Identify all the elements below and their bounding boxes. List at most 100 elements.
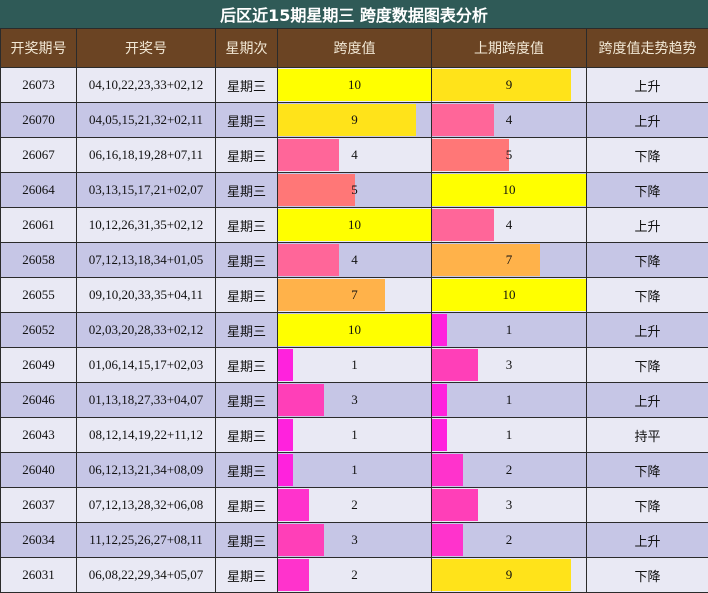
cell-numbers: 02,03,20,28,33+02,12 xyxy=(77,313,216,348)
table-row: 2606403,13,15,17,21+02,07星期三510下降 xyxy=(1,173,708,208)
prev-span-bar xyxy=(432,559,571,591)
cell-prev-span: 7 xyxy=(432,243,587,278)
prev-span-value: 4 xyxy=(506,112,513,127)
cell-numbers: 09,10,20,33,35+04,11 xyxy=(77,278,216,313)
header-prev-span: 上期跨度值 xyxy=(432,29,587,68)
cell-weekday: 星期三 xyxy=(216,523,278,558)
prev-span-value: 1 xyxy=(506,392,513,407)
span-value: 3 xyxy=(351,392,358,407)
cell-trend: 上升 xyxy=(587,68,708,103)
cell-span: 7 xyxy=(278,278,432,313)
chart-container: 后区近15期星期三 跨度数据图表分析 开奖期号 开奖号 星期次 跨度值 上期跨度… xyxy=(0,0,708,590)
cell-issue: 26073 xyxy=(1,68,77,103)
cell-weekday: 星期三 xyxy=(216,383,278,418)
cell-numbers: 06,16,18,19,28+07,11 xyxy=(77,138,216,173)
table-body: 2607304,10,22,23,33+02,12星期三109上升2607004… xyxy=(1,68,708,593)
cell-trend: 下降 xyxy=(587,348,708,383)
cell-issue: 26034 xyxy=(1,523,77,558)
span-bar xyxy=(278,104,416,136)
cell-numbers: 04,10,22,23,33+02,12 xyxy=(77,68,216,103)
header-row: 开奖期号 开奖号 星期次 跨度值 上期跨度值 跨度值走势趋势 xyxy=(1,29,708,68)
cell-prev-span: 5 xyxy=(432,138,587,173)
cell-trend: 下降 xyxy=(587,173,708,208)
cell-trend: 下降 xyxy=(587,243,708,278)
prev-span-value: 2 xyxy=(506,462,513,477)
cell-span: 2 xyxy=(278,488,432,523)
span-value: 10 xyxy=(348,77,361,92)
cell-span: 2 xyxy=(278,558,432,593)
span-value: 10 xyxy=(348,217,361,232)
cell-span: 10 xyxy=(278,68,432,103)
table-row: 2605807,12,13,18,34+01,05星期三47下降 xyxy=(1,243,708,278)
span-value: 10 xyxy=(348,322,361,337)
span-value: 4 xyxy=(351,252,358,267)
span-value: 5 xyxy=(351,182,358,197)
cell-issue: 26043 xyxy=(1,418,77,453)
span-value: 2 xyxy=(351,567,358,582)
span-value: 1 xyxy=(351,462,358,477)
prev-span-value: 2 xyxy=(506,532,513,547)
cell-prev-span: 3 xyxy=(432,348,587,383)
cell-trend: 下降 xyxy=(587,453,708,488)
prev-span-value: 4 xyxy=(506,217,513,232)
prev-span-bar xyxy=(432,139,509,171)
cell-prev-span: 9 xyxy=(432,68,587,103)
cell-span: 4 xyxy=(278,243,432,278)
prev-span-bar xyxy=(432,349,478,381)
cell-weekday: 星期三 xyxy=(216,173,278,208)
cell-prev-span: 2 xyxy=(432,453,587,488)
cell-span: 1 xyxy=(278,418,432,453)
prev-span-value: 3 xyxy=(506,497,513,512)
cell-numbers: 07,12,13,28,32+06,08 xyxy=(77,488,216,523)
cell-issue: 26064 xyxy=(1,173,77,208)
cell-prev-span: 10 xyxy=(432,278,587,313)
prev-span-value: 1 xyxy=(506,427,513,442)
span-bar xyxy=(278,174,355,206)
prev-span-value: 1 xyxy=(506,322,513,337)
prev-span-value: 10 xyxy=(503,287,516,302)
cell-prev-span: 9 xyxy=(432,558,587,593)
span-value: 1 xyxy=(351,427,358,442)
span-bar xyxy=(278,419,293,451)
cell-numbers: 03,13,15,17,21+02,07 xyxy=(77,173,216,208)
cell-numbers: 06,12,13,21,34+08,09 xyxy=(77,453,216,488)
prev-span-bar xyxy=(432,524,463,556)
cell-weekday: 星期三 xyxy=(216,348,278,383)
span-value: 7 xyxy=(351,287,358,302)
cell-numbers: 10,12,26,31,35+02,12 xyxy=(77,208,216,243)
prev-span-bar xyxy=(432,314,447,346)
cell-issue: 26070 xyxy=(1,103,77,138)
prev-span-value: 9 xyxy=(506,567,513,582)
cell-span: 5 xyxy=(278,173,432,208)
cell-prev-span: 1 xyxy=(432,313,587,348)
header-trend: 跨度值走势趋势 xyxy=(587,29,708,68)
header-issue: 开奖期号 xyxy=(1,29,77,68)
cell-weekday: 星期三 xyxy=(216,138,278,173)
cell-issue: 26058 xyxy=(1,243,77,278)
table-row: 2604006,12,13,21,34+08,09星期三12下降 xyxy=(1,453,708,488)
prev-span-bar xyxy=(432,489,478,521)
cell-span: 4 xyxy=(278,138,432,173)
prev-span-bar xyxy=(432,209,494,241)
span-bar xyxy=(278,244,339,276)
cell-issue: 26052 xyxy=(1,313,77,348)
cell-trend: 持平 xyxy=(587,418,708,453)
table-row: 2605202,03,20,28,33+02,12星期三101上升 xyxy=(1,313,708,348)
header-weekday: 星期次 xyxy=(216,29,278,68)
cell-trend: 上升 xyxy=(587,103,708,138)
table-row: 2603411,12,25,26,27+08,11星期三32上升 xyxy=(1,523,708,558)
span-value: 9 xyxy=(351,112,358,127)
span-bar xyxy=(278,454,293,486)
span-bar xyxy=(278,384,324,416)
span-bar xyxy=(278,279,385,311)
cell-numbers: 04,05,15,21,32+02,11 xyxy=(77,103,216,138)
cell-numbers: 01,13,18,27,33+04,07 xyxy=(77,383,216,418)
cell-weekday: 星期三 xyxy=(216,68,278,103)
cell-issue: 26040 xyxy=(1,453,77,488)
cell-trend: 下降 xyxy=(587,138,708,173)
prev-span-bar xyxy=(432,419,447,451)
cell-numbers: 01,06,14,15,17+02,03 xyxy=(77,348,216,383)
table-row: 2606110,12,26,31,35+02,12星期三104上升 xyxy=(1,208,708,243)
cell-weekday: 星期三 xyxy=(216,488,278,523)
cell-span: 3 xyxy=(278,383,432,418)
